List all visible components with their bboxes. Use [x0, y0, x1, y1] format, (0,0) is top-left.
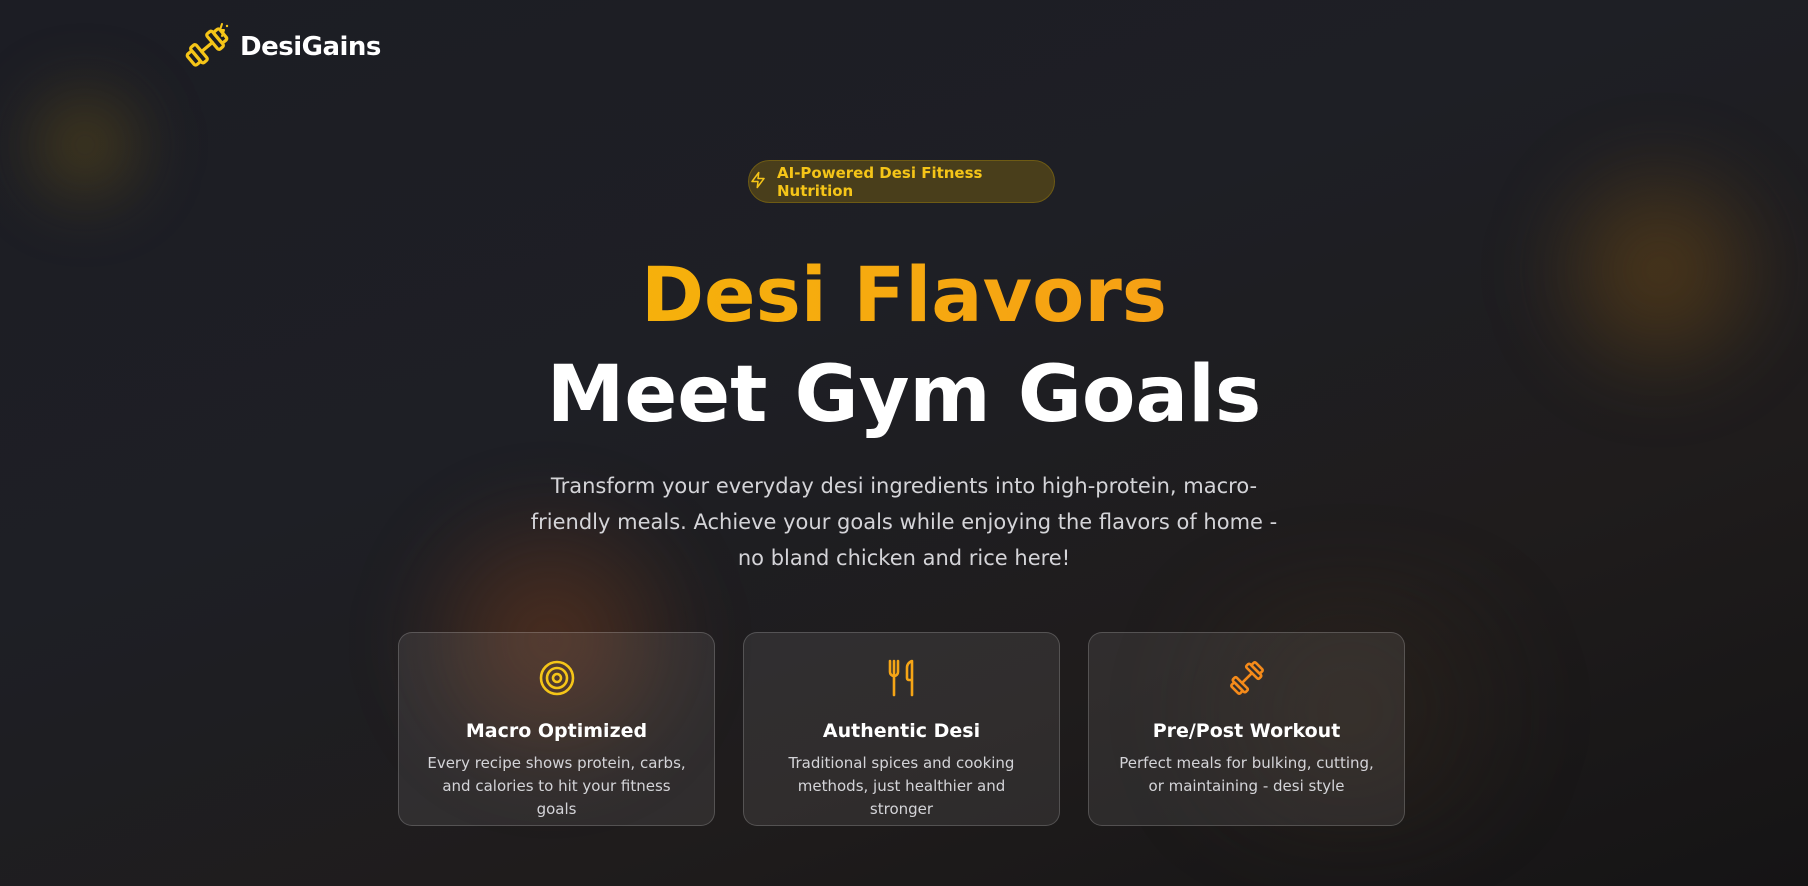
hero-subtitle: Transform your everyday desi ingredients…	[530, 474, 1278, 570]
feature-cards: Macro Optimized Every recipe shows prote…	[398, 632, 1405, 826]
brand-name: DesiGains	[240, 32, 381, 62]
dumbbell-icon	[1227, 658, 1267, 702]
feature-title: Authentic Desi	[822, 720, 981, 742]
feature-card-workout: Pre/Post Workout Perfect meals for bulki…	[1088, 632, 1405, 826]
feature-title: Macro Optimized	[465, 720, 648, 742]
feature-badge: AI-Powered Desi Fitness Nutrition	[748, 160, 1055, 203]
feature-description: Perfect meals for bulking, cutting, or m…	[1119, 754, 1374, 795]
badge-label: AI-Powered Desi Fitness Nutrition	[777, 163, 983, 200]
background-glow	[10, 70, 160, 220]
feature-card-macro: Macro Optimized Every recipe shows prote…	[398, 632, 715, 826]
dumbbell-icon	[182, 20, 232, 74]
feature-title: Pre/Post Workout	[1152, 720, 1341, 742]
brand-logo[interactable]: DesiGains	[182, 20, 381, 74]
utensils-icon	[882, 658, 922, 702]
feature-description: Traditional spices and cooking methods, …	[788, 754, 1015, 818]
lightning-icon	[749, 171, 767, 193]
hero-title: Meet Gym Goals	[546, 350, 1262, 440]
feature-description: Every recipe shows protein, carbs, and c…	[427, 754, 686, 818]
feature-card-desi: Authentic Desi Traditional spices and co…	[743, 632, 1060, 826]
target-icon	[537, 658, 577, 702]
hero-title-highlight: Desi Flavors	[0, 247, 1808, 342]
